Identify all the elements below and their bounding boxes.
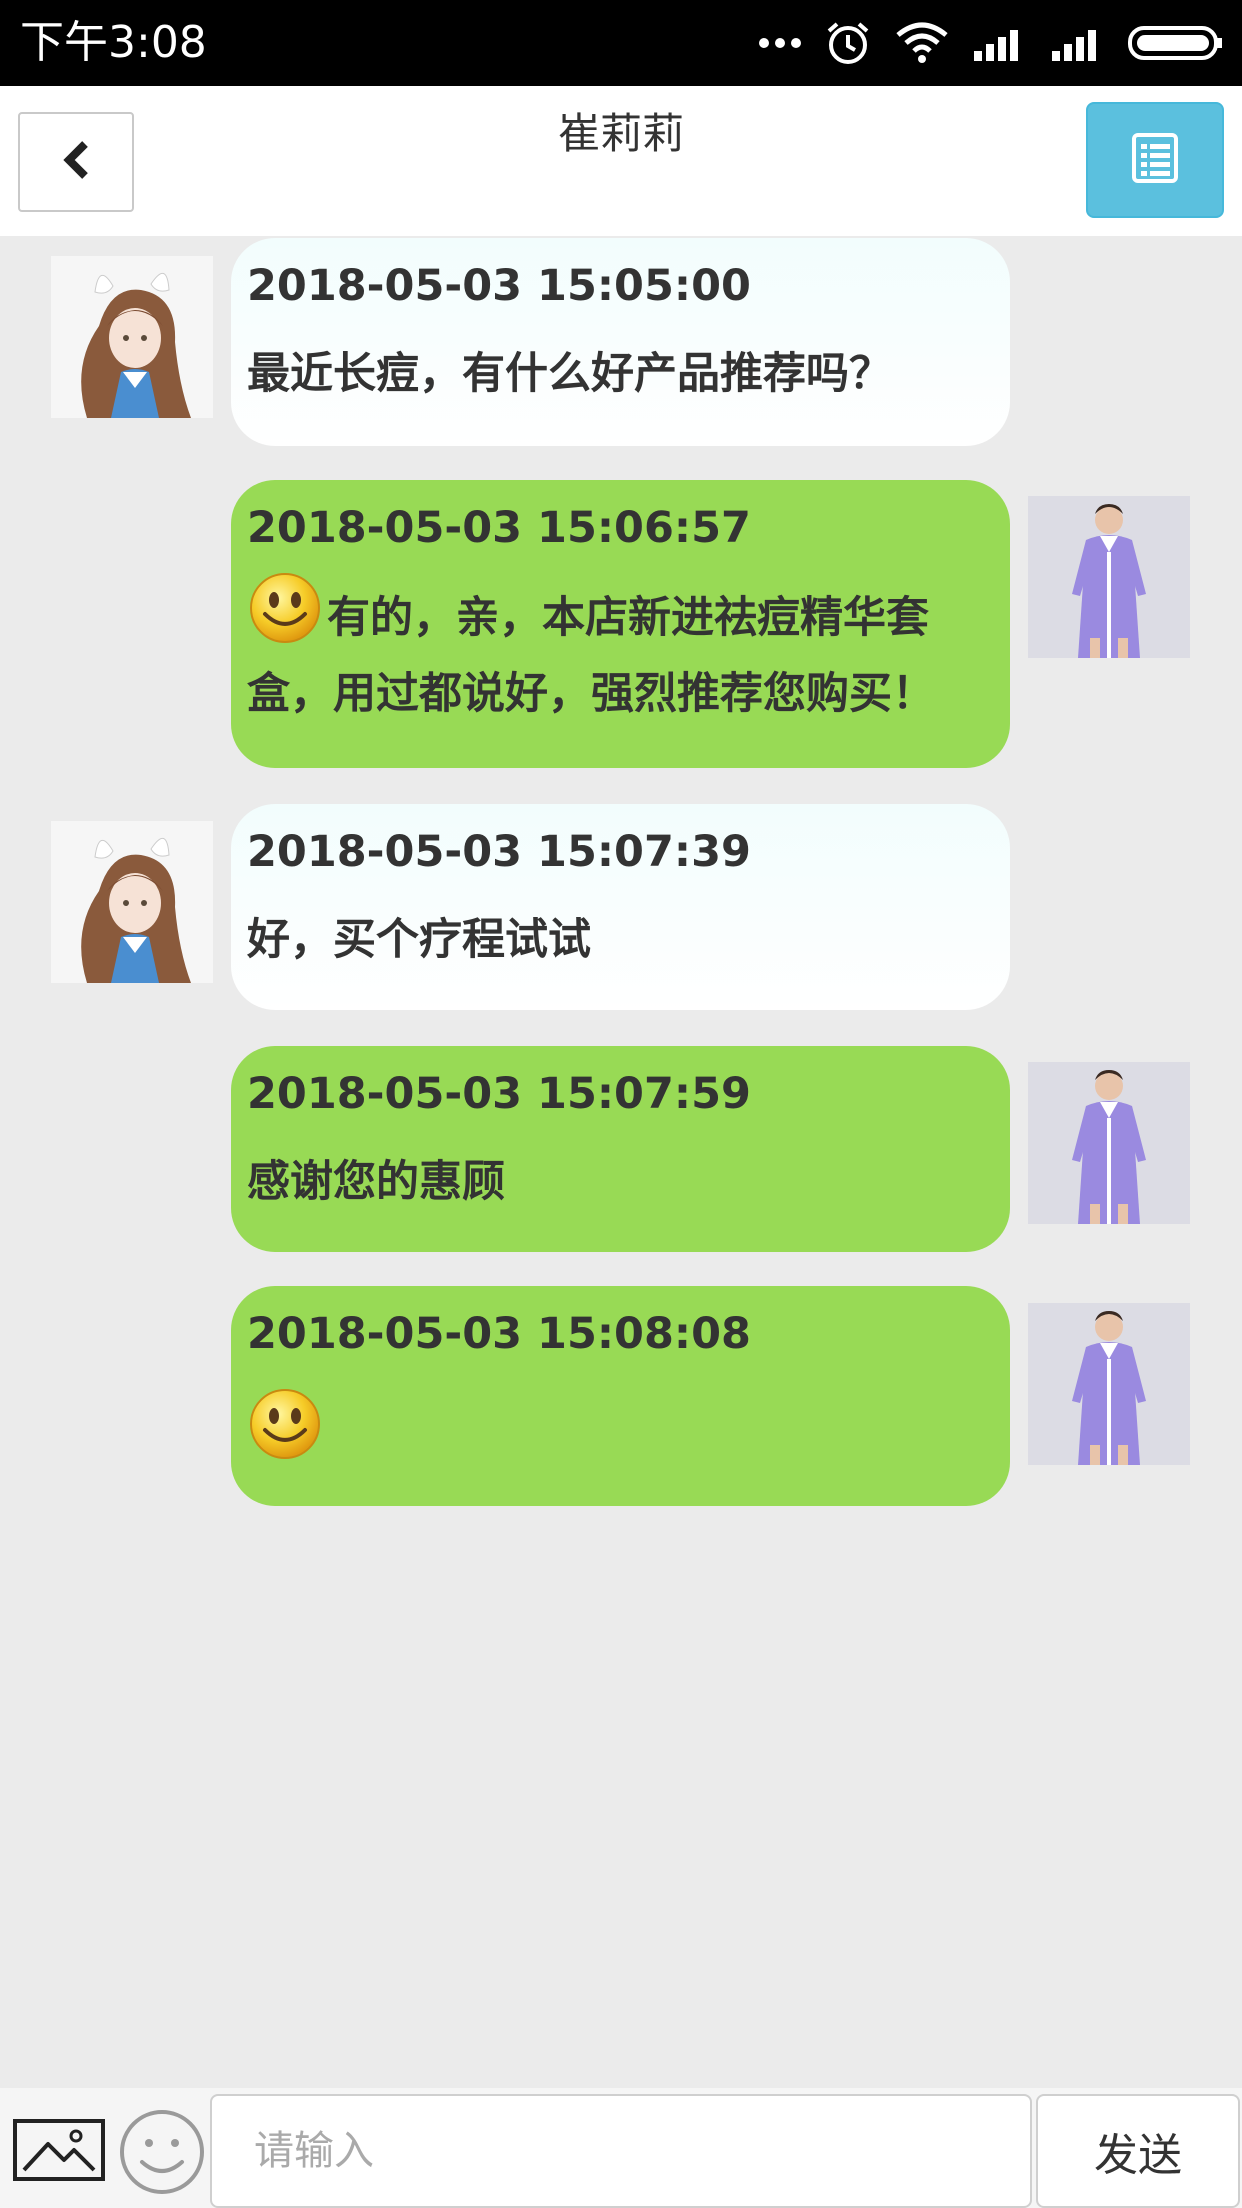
status-time: 下午3:08 bbox=[20, 17, 207, 68]
more-dots-icon bbox=[758, 36, 802, 50]
wifi-icon bbox=[894, 21, 950, 65]
alarm-icon bbox=[824, 19, 872, 67]
menu-button[interactable] bbox=[1086, 102, 1224, 218]
emoji-button[interactable] bbox=[118, 2108, 206, 2196]
smiley-emoji-icon bbox=[247, 570, 323, 646]
image-icon bbox=[12, 2119, 106, 2186]
message-time: 2018-05-03 15:05:00 bbox=[247, 261, 751, 311]
message-text-wrap bbox=[247, 1386, 994, 1472]
message-time: 2018-05-03 15:06:57 bbox=[247, 503, 751, 553]
send-image-button[interactable] bbox=[12, 2118, 106, 2182]
message-input[interactable] bbox=[210, 2094, 1032, 2208]
message-text: 感谢您的惠顾 bbox=[247, 1157, 505, 1207]
message-bubble-incoming[interactable]: 2018-05-03 15:07:39 好，买个疗程试试 bbox=[231, 804, 1010, 1010]
seller-avatar bbox=[1028, 1303, 1190, 1465]
signal-icon bbox=[1050, 25, 1106, 61]
customer-avatar bbox=[51, 821, 213, 983]
battery-icon bbox=[1128, 25, 1224, 61]
message-bubble-incoming[interactable]: 2018-05-03 15:05:00 最近长痘，有什么好产品推荐吗？ bbox=[231, 238, 1010, 446]
seller-avatar bbox=[1028, 1062, 1190, 1224]
send-button[interactable]: 发送 bbox=[1036, 2094, 1240, 2208]
chat-area[interactable]: 2018-05-03 15:05:00 最近长痘，有什么好产品推荐吗？ 2018… bbox=[0, 236, 1242, 2088]
message-text: 最近长痘，有什么好产品推荐吗？ bbox=[247, 349, 892, 399]
message-bubble-outgoing[interactable]: 2018-05-03 15:06:57 有的，亲，本店新进祛痘精华套盒，用过都说… bbox=[231, 480, 1010, 768]
message-text-wrap: 有的，亲，本店新进祛痘精华套盒，用过都说好，强烈推荐您购买！ bbox=[247, 570, 994, 732]
message-text: 好，买个疗程试试 bbox=[247, 915, 591, 965]
list-icon bbox=[1132, 133, 1178, 187]
message-time: 2018-05-03 15:07:59 bbox=[247, 1069, 751, 1119]
message-bubble-outgoing[interactable]: 2018-05-03 15:08:08 bbox=[231, 1286, 1010, 1506]
signal-icon bbox=[972, 25, 1028, 61]
seller-avatar bbox=[1028, 496, 1190, 658]
chat-header: 崔莉莉 bbox=[0, 86, 1242, 236]
message-time: 2018-05-03 15:08:08 bbox=[247, 1309, 751, 1359]
status-bar: 下午3:08 bbox=[0, 0, 1242, 86]
status-icons bbox=[758, 18, 1224, 68]
message-text: 有的，亲，本店新进祛痘精华套盒，用过都说好，强烈推荐您购买！ bbox=[247, 593, 935, 719]
message-input-bar: 发送 bbox=[0, 2088, 1242, 2208]
customer-avatar bbox=[51, 256, 213, 418]
smiley-face-icon bbox=[118, 2110, 206, 2200]
smiley-emoji-icon bbox=[247, 1386, 323, 1462]
message-time: 2018-05-03 15:07:39 bbox=[247, 827, 751, 877]
message-bubble-outgoing[interactable]: 2018-05-03 15:07:59 感谢您的惠顾 bbox=[231, 1046, 1010, 1252]
contact-name-title: 崔莉莉 bbox=[557, 109, 684, 158]
